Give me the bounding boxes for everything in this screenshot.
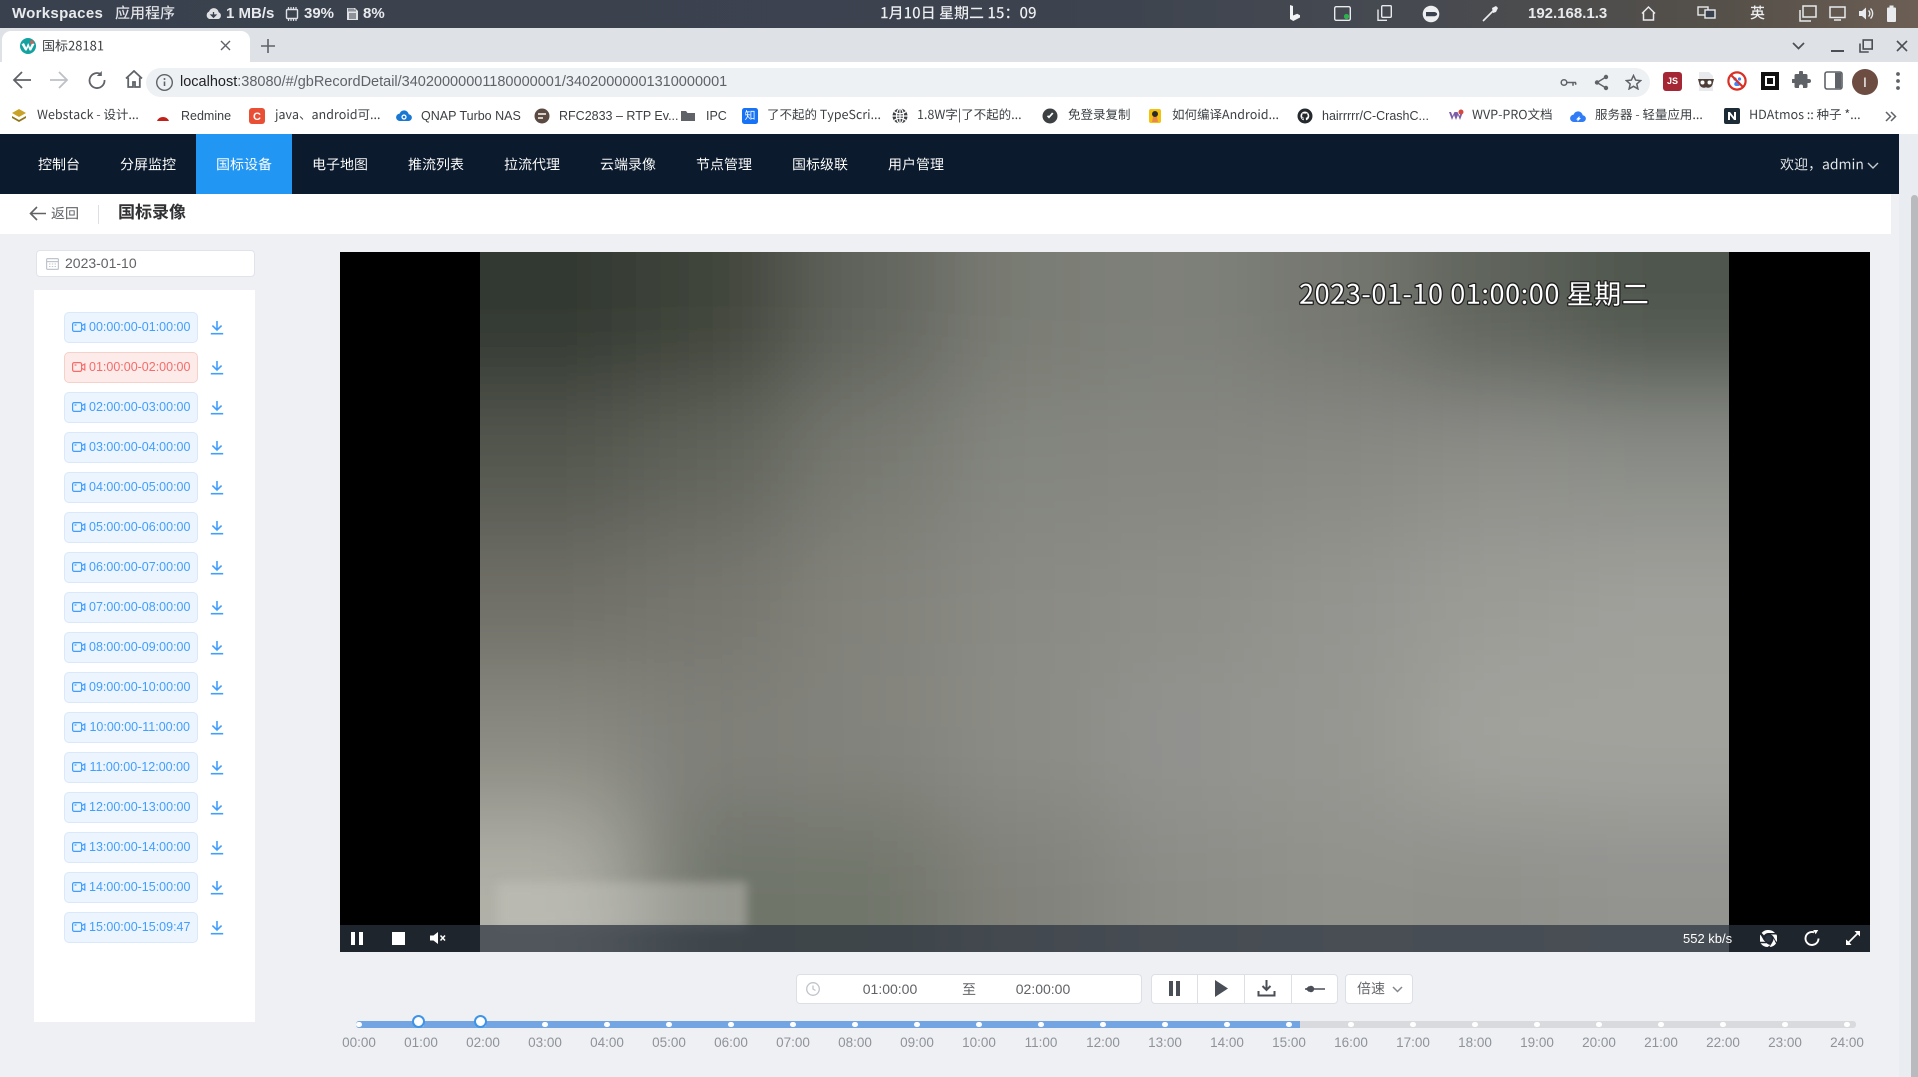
svg-text:C: C xyxy=(253,111,261,123)
